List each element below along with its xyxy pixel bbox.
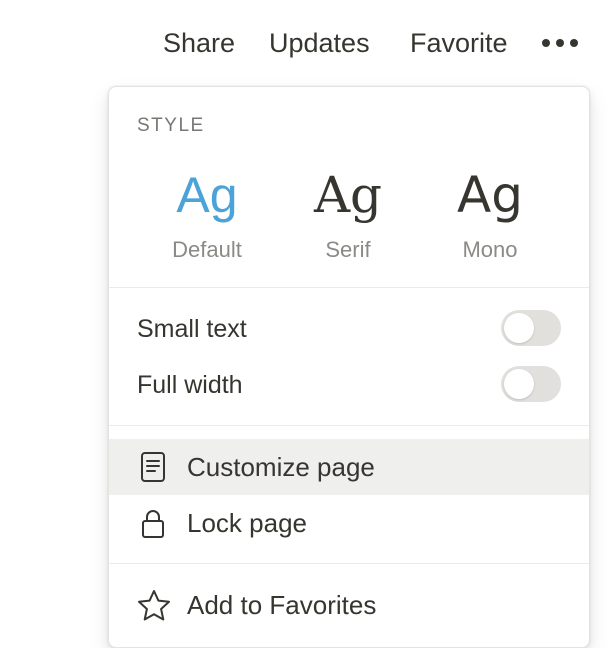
style-name-serif: Serif — [325, 237, 371, 262]
lock-page-label: Lock page — [187, 508, 307, 538]
divider — [109, 287, 589, 288]
toggle-knob — [504, 313, 534, 343]
style-name-mono: Mono — [462, 237, 518, 262]
full-width-row[interactable]: Full width — [109, 357, 589, 413]
style-name-default: Default — [172, 237, 242, 262]
toggle-knob — [504, 369, 534, 399]
style-option-serif[interactable]: Ag Serif — [288, 165, 408, 263]
add-to-favorites-item[interactable]: Add to Favorites — [109, 577, 589, 633]
page-options-menu: STYLE Ag Default Ag Serif Ag Mono Small … — [108, 86, 590, 648]
top-bar: Share Updates Favorite — [0, 22, 608, 64]
document-icon — [137, 451, 169, 483]
share-button[interactable]: Share — [163, 26, 235, 60]
customize-page-label: Customize page — [187, 452, 375, 482]
style-sample-default: Ag — [176, 167, 238, 223]
divider — [109, 425, 589, 426]
updates-button[interactable]: Updates — [269, 26, 370, 60]
divider — [109, 563, 589, 564]
lock-icon — [137, 507, 169, 539]
customize-page-item[interactable]: Customize page — [109, 439, 589, 495]
style-option-default[interactable]: Ag Default — [147, 165, 267, 263]
style-sample-mono: Ag — [457, 166, 523, 224]
small-text-label: Small text — [137, 315, 247, 343]
style-section-label: STYLE — [137, 115, 205, 136]
star-icon — [137, 589, 170, 621]
full-width-toggle[interactable] — [501, 366, 561, 402]
full-width-label: Full width — [137, 371, 243, 399]
small-text-toggle[interactable] — [501, 310, 561, 346]
small-text-row[interactable]: Small text — [109, 301, 589, 357]
favorite-button[interactable]: Favorite — [410, 26, 508, 60]
more-horizontal-icon[interactable] — [540, 30, 580, 56]
add-to-favorites-label: Add to Favorites — [187, 590, 377, 620]
lock-page-item[interactable]: Lock page — [109, 495, 589, 551]
style-option-mono[interactable]: Ag Mono — [430, 165, 550, 263]
style-sample-serif: Ag — [313, 166, 383, 224]
